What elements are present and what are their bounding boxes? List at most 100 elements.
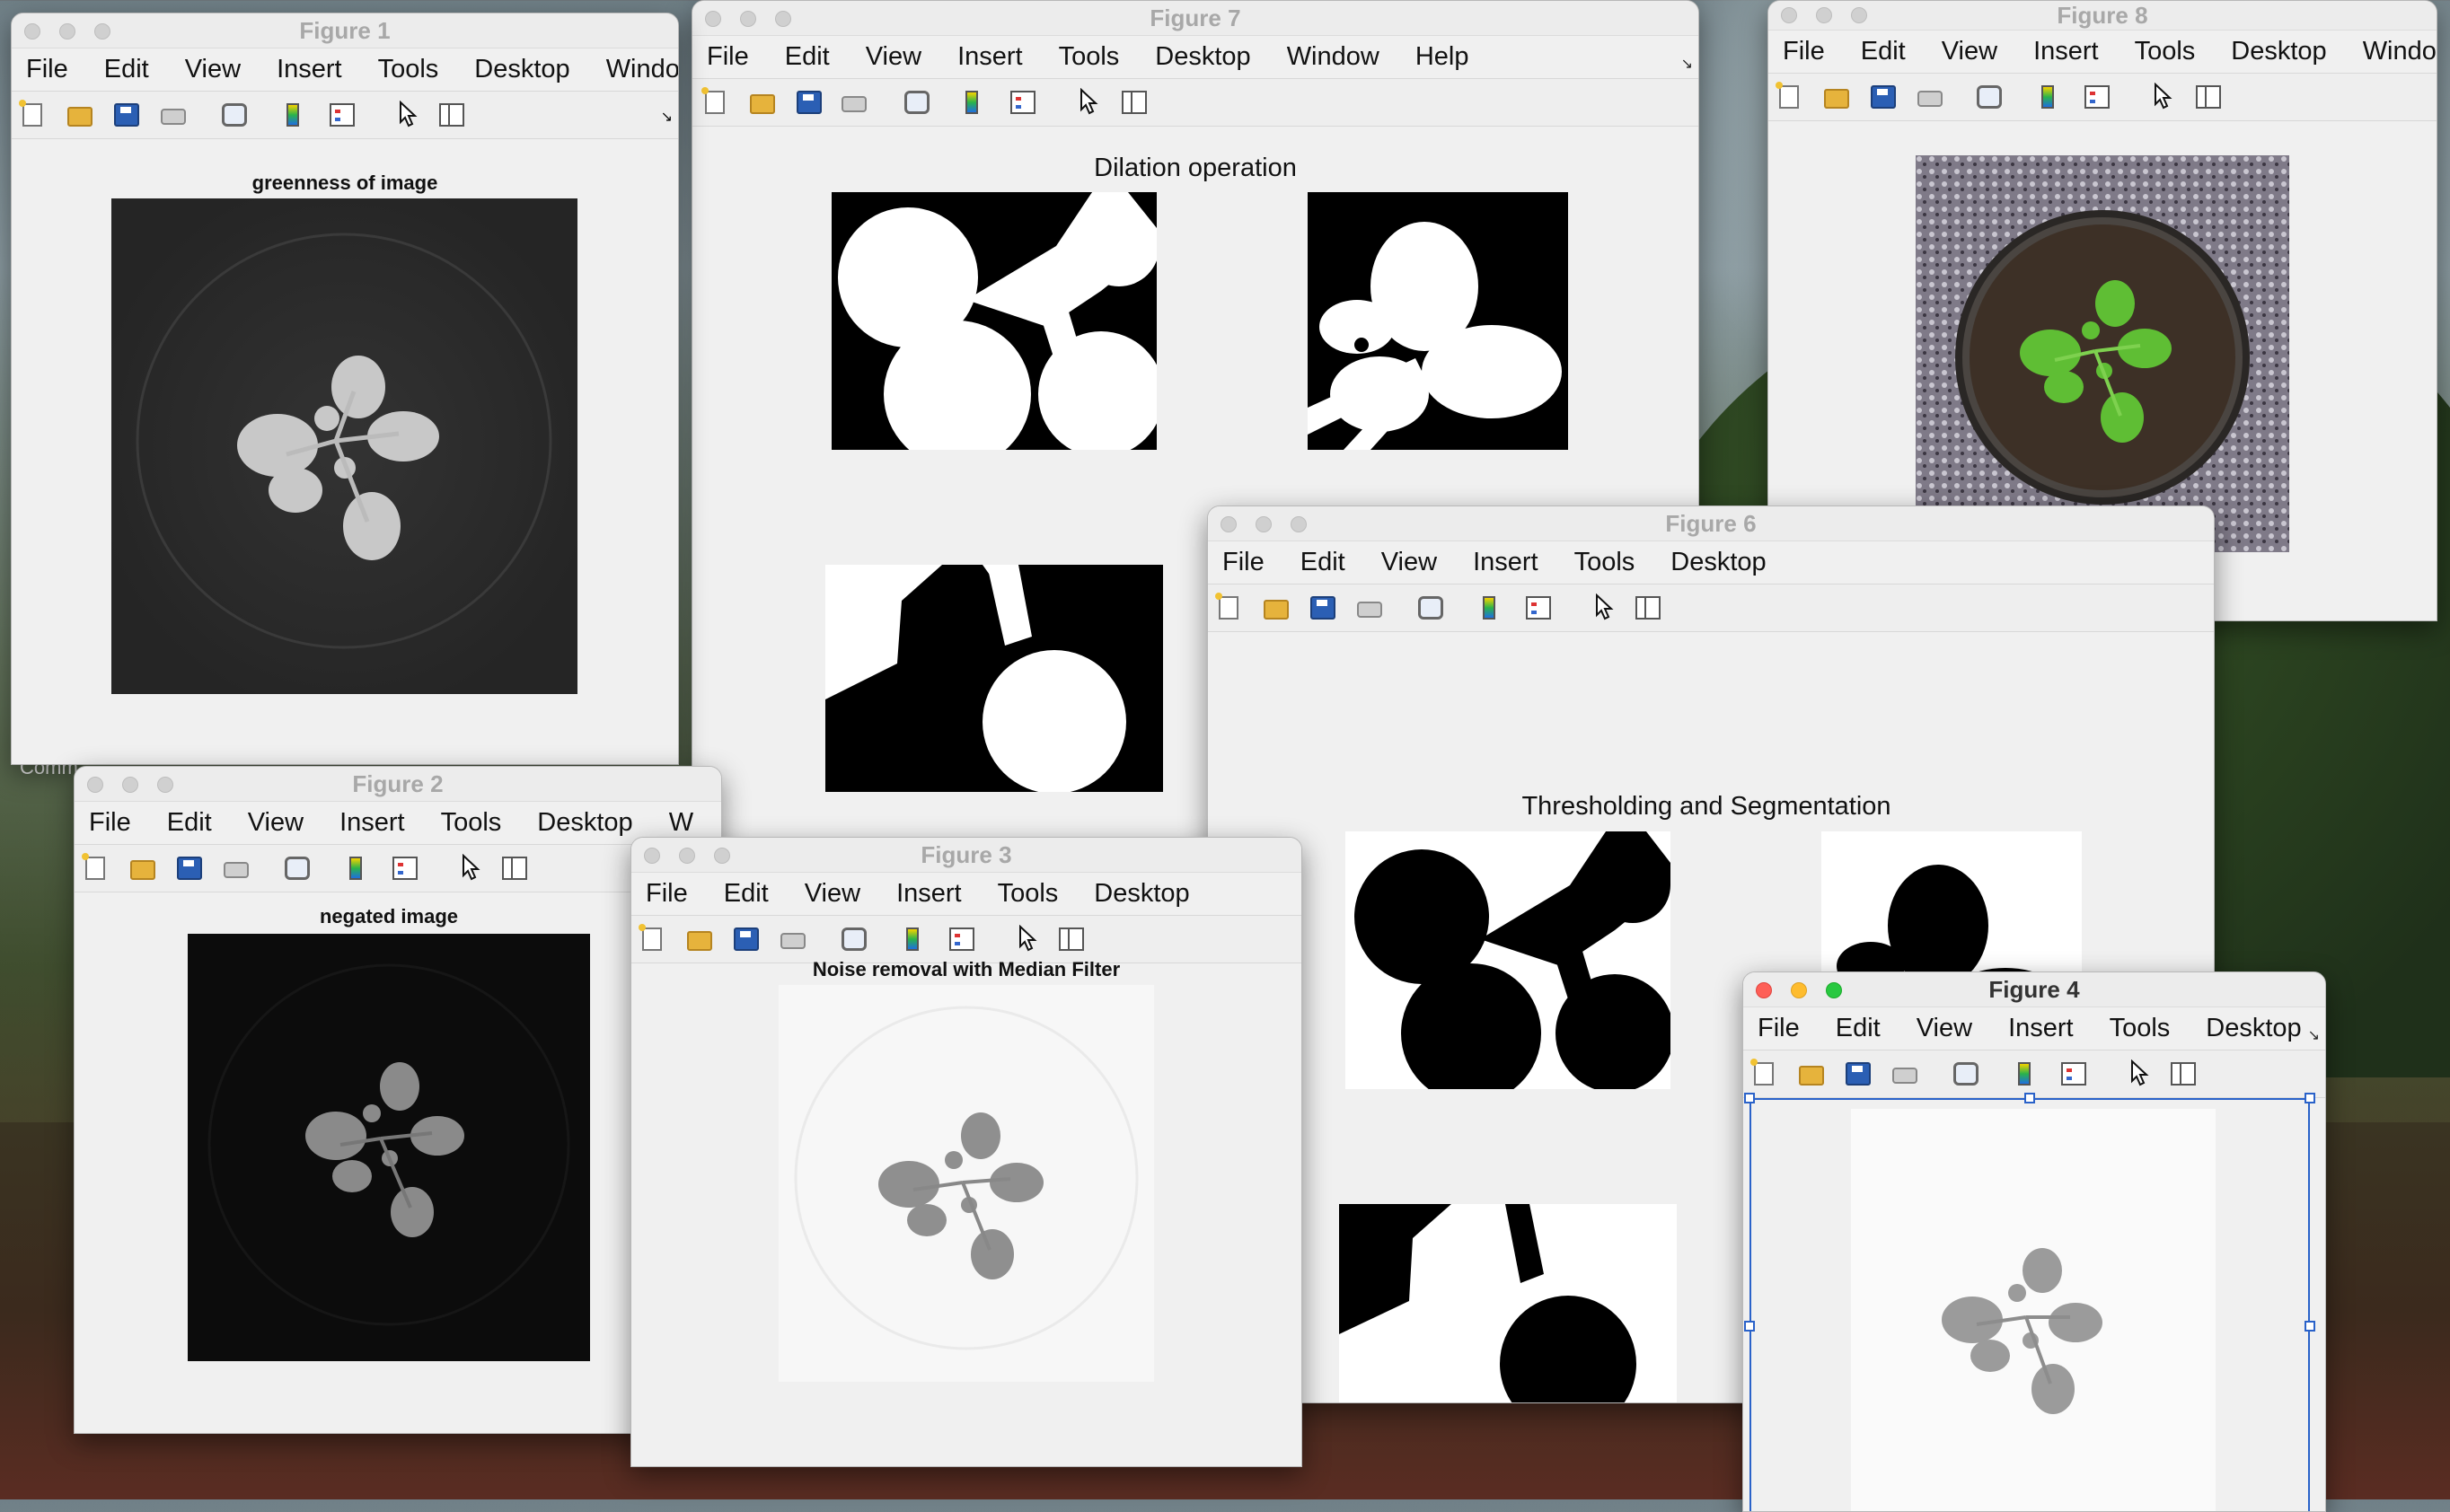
open-file-icon[interactable] xyxy=(687,931,712,951)
property-inspector-icon[interactable] xyxy=(1059,927,1084,951)
link-plot-icon[interactable] xyxy=(904,91,930,114)
colorbar-icon[interactable] xyxy=(2018,1062,2031,1086)
menu-window[interactable]: Window xyxy=(1287,42,1379,72)
menu-desktop[interactable]: Desktop xyxy=(1094,879,1189,909)
menu-desktop[interactable]: Desktop xyxy=(1670,548,1766,577)
menu-tools[interactable]: Tools xyxy=(2110,1014,2171,1043)
print-icon[interactable] xyxy=(842,96,867,112)
link-plot-icon[interactable] xyxy=(1953,1062,1979,1086)
save-icon[interactable] xyxy=(1846,1062,1871,1086)
print-icon[interactable] xyxy=(224,862,249,878)
colorbar-icon[interactable] xyxy=(1483,596,1495,620)
menu-insert[interactable]: Insert xyxy=(339,808,405,838)
colorbar-icon[interactable] xyxy=(349,857,362,880)
menu-file[interactable]: File xyxy=(646,879,688,909)
new-figure-icon[interactable] xyxy=(639,924,662,951)
menu-insert[interactable]: Insert xyxy=(957,42,1023,72)
print-icon[interactable] xyxy=(1917,91,1943,107)
print-icon[interactable] xyxy=(1892,1068,1917,1084)
menu-window[interactable]: Windo xyxy=(2363,37,2437,66)
menu-overflow-icon[interactable]: ↘ xyxy=(2308,1026,2320,1044)
save-icon[interactable] xyxy=(1871,85,1896,109)
edit-plot-arrow-icon[interactable] xyxy=(2128,1059,2151,1086)
colorbar-icon[interactable] xyxy=(2041,85,2054,109)
resize-handle[interactable] xyxy=(2305,1321,2315,1332)
print-icon[interactable] xyxy=(1357,602,1382,618)
menu-view[interactable]: View xyxy=(866,42,921,72)
link-plot-icon[interactable] xyxy=(285,857,310,880)
new-figure-icon[interactable] xyxy=(82,853,105,880)
legend-icon[interactable] xyxy=(2061,1062,2086,1086)
resize-handle[interactable] xyxy=(1744,1093,1755,1103)
open-file-icon[interactable] xyxy=(1799,1066,1824,1086)
figure-4-window[interactable]: Figure 4 File Edit View Insert Tools Desktop … xyxy=(1742,971,2326,1512)
new-figure-icon[interactable] xyxy=(1215,593,1238,620)
menu-tools[interactable]: Tools xyxy=(441,808,502,838)
colorbar-icon[interactable] xyxy=(965,91,978,114)
print-icon[interactable] xyxy=(780,933,806,949)
link-plot-icon[interactable] xyxy=(842,927,867,951)
menu-view[interactable]: View xyxy=(1381,548,1437,577)
save-icon[interactable] xyxy=(797,91,822,114)
menu-insert[interactable]: Insert xyxy=(277,55,342,84)
resize-handle[interactable] xyxy=(2305,1093,2315,1103)
menu-desktop[interactable]: Desktop xyxy=(1155,42,1250,72)
property-inspector-icon[interactable] xyxy=(1122,91,1147,114)
menu-desktop[interactable]: Desktop xyxy=(474,55,569,84)
menu-insert[interactable]: Insert xyxy=(2033,37,2099,66)
link-plot-icon[interactable] xyxy=(1977,85,2002,109)
menu-view[interactable]: View xyxy=(248,808,304,838)
menu-file[interactable]: File xyxy=(1222,548,1265,577)
menu-insert[interactable]: Insert xyxy=(896,879,962,909)
resize-handle[interactable] xyxy=(1744,1321,1755,1332)
colorbar-icon[interactable] xyxy=(906,927,919,951)
open-file-icon[interactable] xyxy=(1264,600,1289,620)
legend-icon[interactable] xyxy=(330,103,355,127)
menu-edit[interactable]: Edit xyxy=(724,879,769,909)
open-file-icon[interactable] xyxy=(67,107,93,127)
menu-view[interactable]: View xyxy=(1917,1014,1972,1043)
menu-view[interactable]: View xyxy=(1942,37,1997,66)
menu-insert[interactable]: Insert xyxy=(1473,548,1538,577)
menu-tools[interactable]: Tools xyxy=(1059,42,1120,72)
title-bar[interactable]: Figure 3 xyxy=(631,838,1301,873)
menu-file[interactable]: File xyxy=(1758,1014,1800,1043)
legend-icon[interactable] xyxy=(949,927,974,951)
menu-file[interactable]: File xyxy=(1783,37,1825,66)
menu-edit[interactable]: Edit xyxy=(104,55,149,84)
menu-edit[interactable]: Edit xyxy=(785,42,830,72)
title-bar[interactable]: Figure 8 xyxy=(1768,1,2437,31)
save-icon[interactable] xyxy=(1310,596,1335,620)
menu-help[interactable]: Help xyxy=(1415,42,1469,72)
edit-plot-arrow-icon[interactable] xyxy=(459,854,482,881)
edit-plot-arrow-icon[interactable] xyxy=(2151,83,2174,110)
print-icon[interactable] xyxy=(161,109,186,125)
toolbar-overflow-icon[interactable]: ↘ xyxy=(661,108,673,126)
legend-icon[interactable] xyxy=(1010,91,1036,114)
menu-tools[interactable]: Tools xyxy=(1574,548,1635,577)
colorbar-icon[interactable] xyxy=(286,103,299,127)
save-icon[interactable] xyxy=(734,927,759,951)
title-bar[interactable]: Figure 7 xyxy=(692,1,1698,36)
figure-3-window[interactable]: Figure 3 File Edit View Insert Tools Desktop … xyxy=(630,837,1302,1467)
property-inspector-icon[interactable] xyxy=(502,857,527,880)
open-file-icon[interactable] xyxy=(1824,89,1849,109)
save-icon[interactable] xyxy=(177,857,202,880)
title-bar[interactable]: Figure 2 xyxy=(75,767,721,802)
menu-overflow-icon[interactable]: ↘ xyxy=(1681,55,1693,73)
title-bar[interactable]: Figure 1 xyxy=(12,13,678,48)
menu-tools[interactable]: Tools xyxy=(998,879,1059,909)
menu-edit[interactable]: Edit xyxy=(1836,1014,1881,1043)
menu-insert[interactable]: Insert xyxy=(2008,1014,2074,1043)
property-inspector-icon[interactable] xyxy=(2196,85,2221,109)
open-file-icon[interactable] xyxy=(130,860,155,880)
menu-file[interactable]: File xyxy=(707,42,749,72)
figure-2-window[interactable]: Figure 2 File Edit View Insert Tools Desktop W… xyxy=(74,766,722,1434)
title-bar[interactable]: Figure 4 xyxy=(1743,972,2325,1007)
menu-edit[interactable]: Edit xyxy=(1861,37,1906,66)
edit-plot-arrow-icon[interactable] xyxy=(1016,925,1039,952)
menu-desktop[interactable]: Desktop xyxy=(2231,37,2326,66)
menu-window[interactable]: Windo xyxy=(606,55,678,84)
edit-plot-arrow-icon[interactable] xyxy=(1077,88,1100,115)
new-figure-icon[interactable] xyxy=(19,100,42,127)
